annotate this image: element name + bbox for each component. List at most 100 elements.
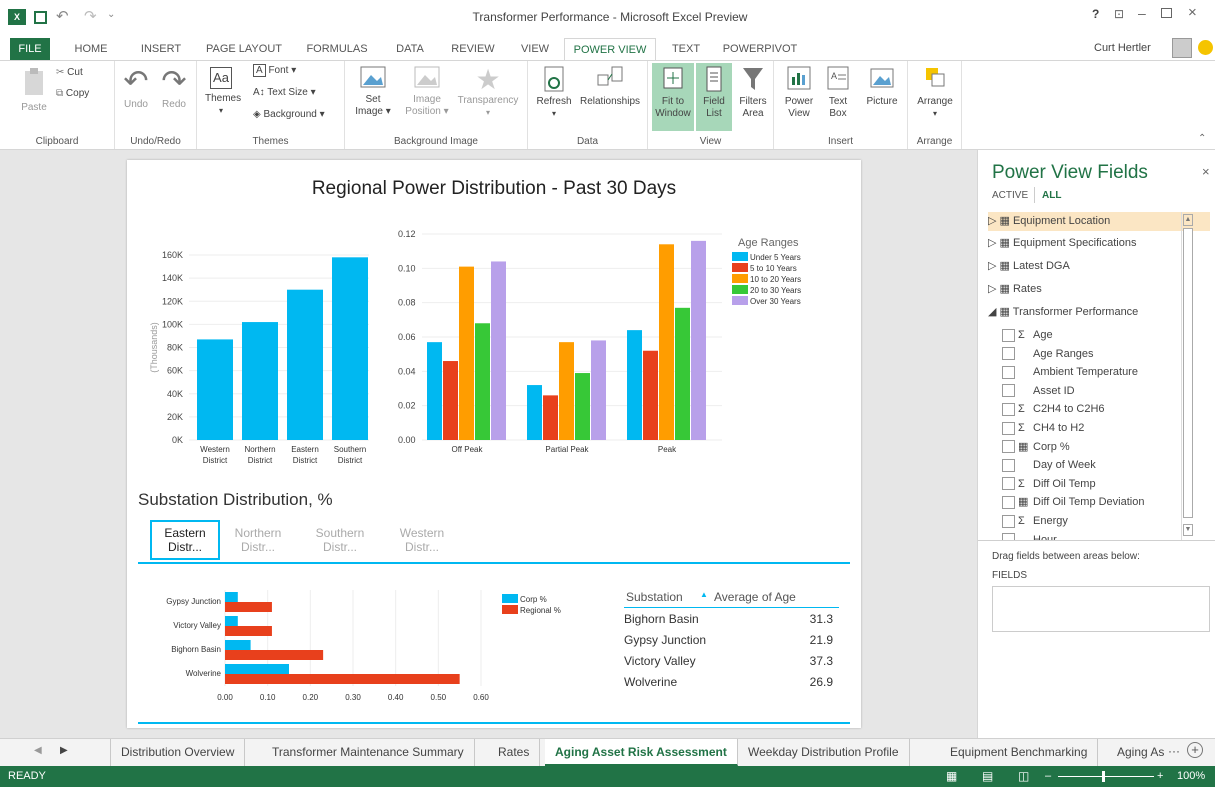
maximize-icon[interactable] xyxy=(1161,8,1172,18)
zoom-slider[interactable] xyxy=(1058,776,1154,777)
field-item[interactable]: Ambient Temperature xyxy=(1002,363,1138,382)
normal-view-icon[interactable]: ▦ xyxy=(946,766,957,787)
field-checkbox[interactable] xyxy=(1002,421,1015,435)
sheet-tab-active[interactable]: Aging Asset Risk Assessment xyxy=(545,739,738,766)
field-item[interactable]: Age Ranges xyxy=(1002,345,1094,364)
sheet-tab[interactable]: Transformer Maintenance Summary xyxy=(262,739,475,766)
arrange-button[interactable]: Arrange ▾ xyxy=(914,65,956,120)
field-checkbox[interactable] xyxy=(1002,402,1015,416)
page-break-view-icon[interactable]: ◫ xyxy=(1018,766,1029,787)
tab-page-layout[interactable]: PAGE LAYOUT xyxy=(204,38,284,60)
zoom-out-icon[interactable]: – xyxy=(1045,766,1051,787)
field-item[interactable]: ▦ Corp % xyxy=(1002,438,1070,457)
table-latest-dga[interactable]: ▷ ▦ Latest DGA xyxy=(988,257,1070,276)
field-checkbox[interactable] xyxy=(1002,477,1015,491)
field-checkbox[interactable] xyxy=(1002,495,1015,509)
save-icon[interactable] xyxy=(34,11,47,24)
slicer-tab-southern[interactable]: Southern Distr... xyxy=(310,520,370,554)
more-sheets-icon[interactable]: ··· xyxy=(1168,744,1180,758)
ribbon-display-options-icon[interactable]: ⊡ xyxy=(1114,7,1124,21)
close-icon[interactable]: × xyxy=(1188,4,1197,21)
redo-button[interactable]: ↷ Redo xyxy=(159,65,189,111)
set-image-button[interactable]: Set Image ▾ xyxy=(351,65,395,118)
table-equipment-location[interactable]: ▷ ▦ Equipment Location xyxy=(988,212,1210,231)
table-row[interactable]: Wolverine 26.9 xyxy=(624,671,839,692)
table-row[interactable]: Victory Valley 37.3 xyxy=(624,650,839,671)
field-checkbox[interactable] xyxy=(1002,365,1015,379)
field-checkbox[interactable] xyxy=(1002,533,1015,540)
field-item[interactable]: Σ Age xyxy=(1002,326,1053,345)
new-sheet-icon[interactable]: + xyxy=(1187,742,1203,758)
undo-quick-icon[interactable]: ↶ xyxy=(56,7,69,25)
sheet-tab[interactable]: Weekday Distribution Profile xyxy=(738,739,910,766)
themes-button[interactable]: Aa Themes ▾ xyxy=(205,67,241,117)
field-item[interactable]: Σ CH4 to H2 xyxy=(1002,419,1084,438)
prev-sheet-icon[interactable]: ◀ xyxy=(34,745,42,756)
field-item[interactable]: Σ Energy xyxy=(1002,512,1068,531)
image-position-button[interactable]: Image Position ▾ xyxy=(401,65,453,118)
sheet-tab[interactable]: Rates xyxy=(488,739,541,766)
undo-button[interactable]: ↶ Undo xyxy=(121,65,151,111)
zoom-slider-thumb[interactable] xyxy=(1102,771,1105,782)
fit-to-window-button[interactable]: Fit to Window xyxy=(652,63,694,131)
column-header-substation[interactable]: Substation xyxy=(626,590,683,604)
substation-age-table[interactable]: Substation ▲ Average of Age Bighorn Basi… xyxy=(624,588,839,692)
report-canvas[interactable]: Regional Power Distribution - Past 30 Da… xyxy=(127,160,861,728)
close-pane-icon[interactable]: × xyxy=(1202,164,1210,179)
field-item[interactable]: Σ C2H4 to C2H6 xyxy=(1002,400,1105,419)
next-sheet-icon[interactable]: ▶ xyxy=(60,745,68,756)
tab-power-view[interactable]: POWER VIEW xyxy=(564,38,656,61)
tab-review[interactable]: REVIEW xyxy=(448,38,498,60)
tab-view[interactable]: VIEW xyxy=(518,38,552,60)
copy-button[interactable]: ⧉ Copy xyxy=(56,88,89,100)
field-checkbox[interactable] xyxy=(1002,347,1015,361)
field-checkbox[interactable] xyxy=(1002,384,1015,398)
power-view-button[interactable]: Power View xyxy=(780,65,818,120)
cut-button[interactable]: ✂ Cut xyxy=(56,67,83,79)
district-column-chart[interactable]: 0K 20K 40K 60K 80K 100K 120K 140K 160K (Thousands… xyxy=(137,230,377,480)
field-item[interactable]: Day of Week xyxy=(1002,456,1096,475)
collapse-ribbon-icon[interactable]: ⌃ xyxy=(1198,133,1206,144)
column-header-average-age[interactable]: Average of Age xyxy=(714,590,796,604)
substation-bar-chart[interactable]: 0.00 0.10 0.20 0.30 0.40 0.50 0.60 Gypsy Juncti… xyxy=(137,580,607,710)
tab-formulas[interactable]: FORMULAS xyxy=(304,38,370,60)
tab-all[interactable]: ALL xyxy=(1042,190,1061,201)
filters-area-button[interactable]: Filters Area xyxy=(736,65,770,120)
help-icon[interactable]: ? xyxy=(1092,7,1099,21)
paste-button[interactable]: Paste xyxy=(18,67,50,114)
text-box-button[interactable]: A Text Box xyxy=(822,65,854,120)
slicer-tab-northern[interactable]: Northern Distr... xyxy=(228,520,288,554)
minimize-icon[interactable]: – xyxy=(1138,5,1146,21)
slicer-tab-eastern[interactable]: Eastern Distr... xyxy=(150,520,220,560)
relationships-button[interactable]: Relationships xyxy=(574,65,646,108)
fields-drop-area[interactable] xyxy=(992,586,1210,632)
background-button[interactable]: ◈ Background ▾ xyxy=(253,109,325,121)
field-item[interactable]: Hour xyxy=(1002,531,1057,540)
tab-active[interactable]: ACTIVE xyxy=(992,190,1028,201)
transparency-button[interactable]: ★ Transparency ▾ xyxy=(453,65,523,119)
smiley-feedback-icon[interactable] xyxy=(1198,40,1213,55)
account-name[interactable]: Curt Hertler xyxy=(1094,42,1151,54)
table-rates[interactable]: ▷ ▦ Rates xyxy=(988,280,1042,299)
avatar[interactable] xyxy=(1172,38,1192,58)
redo-quick-icon[interactable]: ↷ xyxy=(84,7,97,25)
zoom-level[interactable]: 100% xyxy=(1177,766,1205,787)
field-checkbox[interactable] xyxy=(1002,328,1015,342)
field-checkbox[interactable] xyxy=(1002,514,1015,528)
field-list-scrollbar[interactable]: ▲ ▼ xyxy=(1181,212,1193,540)
table-row[interactable]: Bighorn Basin 31.3 xyxy=(624,608,839,629)
report-title[interactable]: Regional Power Distribution - Past 30 Da… xyxy=(127,178,861,200)
field-checkbox[interactable] xyxy=(1002,458,1015,472)
tab-insert[interactable]: INSERT xyxy=(135,38,187,60)
sheet-tab[interactable]: Equipment Benchmarking xyxy=(940,739,1099,766)
field-checkbox[interactable] xyxy=(1002,440,1015,454)
age-range-column-chart[interactable]: 0.00 0.02 0.04 0.06 0.08 0.10 0.12 Off Peak Part… xyxy=(382,230,822,480)
table-transformer-performance[interactable]: ◢ ▦ Transformer Performance xyxy=(988,303,1138,322)
table-row[interactable]: Gypsy Junction 21.9 xyxy=(624,629,839,650)
tab-file[interactable]: FILE xyxy=(10,38,50,60)
tab-text[interactable]: TEXT xyxy=(666,38,706,60)
tab-home[interactable]: HOME xyxy=(70,38,112,60)
sheet-tab[interactable]: Distribution Overview xyxy=(110,739,246,766)
tab-data[interactable]: DATA xyxy=(390,38,430,60)
field-list-button[interactable]: Field List xyxy=(696,63,732,131)
